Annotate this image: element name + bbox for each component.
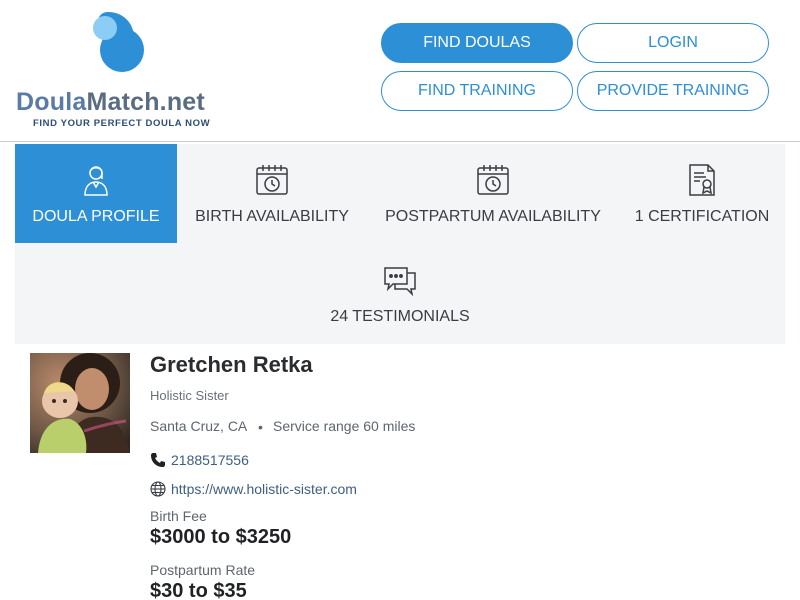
find-training-button[interactable]: FIND TRAINING: [381, 71, 573, 111]
logo-word-2: Match.net: [86, 88, 205, 116]
tab-label: 24 TESTIMONIALS: [330, 308, 470, 325]
doula-avatar-icon: [82, 162, 110, 198]
phone-icon: [150, 452, 166, 468]
calendar-clock-icon: [476, 162, 510, 198]
doula-name: Gretchen Retka: [150, 352, 313, 377]
speech-bubbles-icon: [383, 262, 417, 298]
logo-tagline: FIND YOUR PERFECT DOULA NOW: [33, 118, 211, 129]
tab-postpartum-availability[interactable]: POSTPARTUM AVAILABILITY: [367, 144, 619, 243]
tab-label: BIRTH AVAILABILITY: [195, 208, 349, 225]
tab-birth-availability[interactable]: BIRTH AVAILABILITY: [177, 144, 367, 243]
location: Santa Cruz, CA: [150, 418, 248, 434]
postpartum-rate-value: $30 to $35: [150, 580, 247, 600]
doula-photo: [30, 353, 130, 453]
separator-dot: •: [258, 419, 263, 435]
tab-doula-profile[interactable]: DOULA PROFILE: [15, 144, 177, 243]
phone-link[interactable]: 2188517556: [171, 452, 249, 468]
tab-label: 1 CERTIFICATION: [634, 208, 770, 225]
tab-label: POSTPARTUM AVAILABILITY: [385, 208, 601, 225]
find-doulas-button[interactable]: FIND DOULAS: [381, 23, 573, 63]
profile-tabs: DOULA PROFILE BIRTH AVAILABILITY POSTPAR…: [15, 144, 785, 344]
logo-word-1: Doula: [16, 88, 87, 116]
provide-training-button[interactable]: PROVIDE TRAINING: [577, 71, 769, 111]
birth-fee-value: $3000 to $3250: [150, 526, 292, 548]
business-name: Holistic Sister: [150, 388, 229, 403]
tab-testimonials[interactable]: 24 TESTIMONIALS: [15, 244, 785, 343]
logo-wordmark: DoulaMatch.net: [16, 88, 205, 117]
tab-certification[interactable]: 1 CERTIFICATION: [619, 144, 785, 243]
service-range: Service range 60 miles: [273, 418, 416, 434]
website-link[interactable]: https://www.holistic-sister.com: [171, 481, 357, 497]
certificate-icon: [688, 162, 716, 198]
birth-fee-label: Birth Fee: [150, 508, 207, 524]
tab-label: DOULA PROFILE: [32, 208, 160, 225]
globe-icon: [150, 481, 166, 497]
postpartum-rate-label: Postpartum Rate: [150, 562, 256, 578]
login-button[interactable]: LOGIN: [577, 23, 769, 63]
site-logo[interactable]: DoulaMatch.net FIND YOUR PERFECT DOULA N…: [16, 10, 226, 135]
droplet-logo-icon: [93, 12, 144, 72]
calendar-clock-icon: [255, 162, 289, 198]
site-header: DoulaMatch.net FIND YOUR PERFECT DOULA N…: [0, 0, 800, 142]
